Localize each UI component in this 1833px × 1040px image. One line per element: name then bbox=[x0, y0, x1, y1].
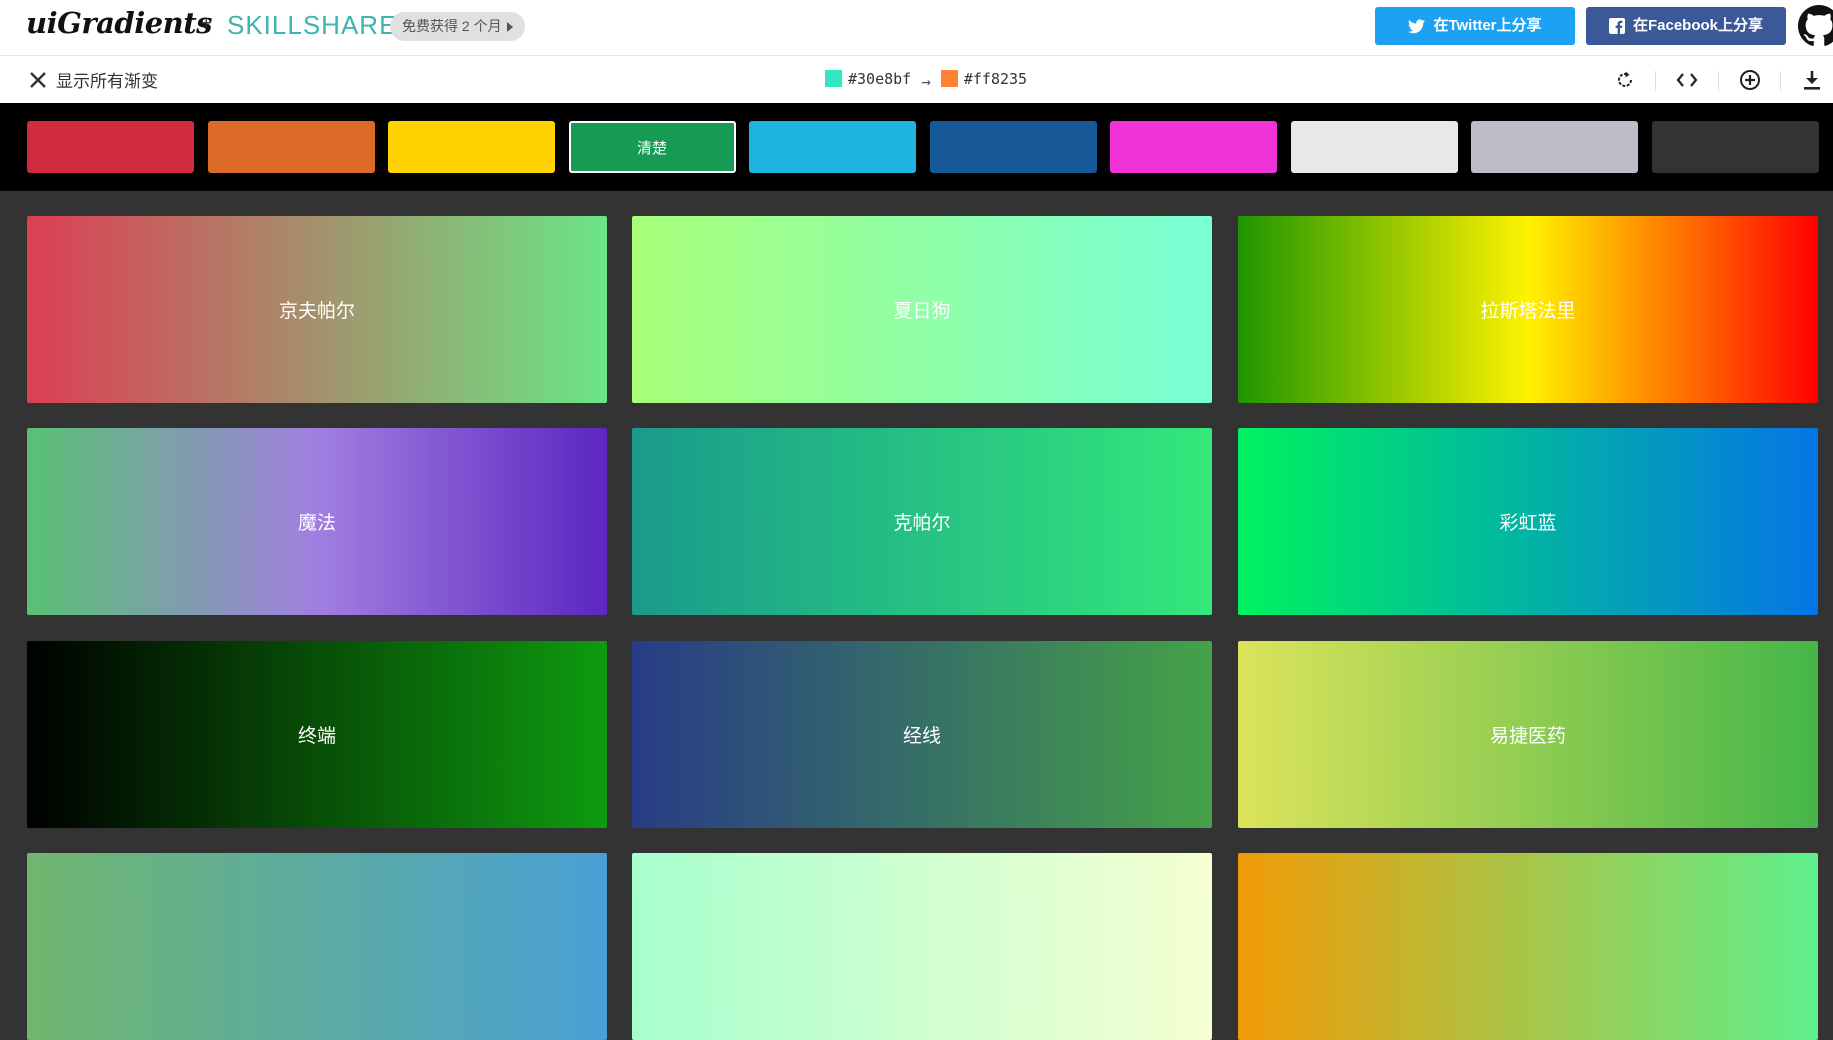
toolbar-divider bbox=[1655, 71, 1656, 91]
gradient-card[interactable]: 经线 bbox=[632, 641, 1212, 828]
gradient-name: 易捷医药 bbox=[1489, 725, 1566, 747]
color-filter-8[interactable] bbox=[1471, 121, 1638, 173]
github-icon bbox=[1798, 5, 1833, 46]
get-css-button[interactable] bbox=[1675, 68, 1699, 92]
to-color-swatch[interactable] bbox=[940, 70, 958, 87]
close-icon bbox=[30, 71, 46, 88]
gradient-card[interactable] bbox=[1238, 853, 1818, 1040]
current-gradient-colors: #30e8bf → #ff8235 bbox=[825, 69, 1027, 91]
share-facebook-label: 在Facebook上分享 bbox=[1632, 17, 1764, 34]
rotate-gradient-button[interactable] bbox=[1613, 68, 1637, 92]
from-color-code[interactable]: #30e8bf bbox=[848, 70, 911, 88]
color-filter-4[interactable] bbox=[749, 121, 916, 173]
gradient-name: 克帕尔 bbox=[893, 512, 951, 534]
gradient-name: 魔法 bbox=[297, 512, 336, 534]
share-twitter-button[interactable]: 在Twitter上分享 bbox=[1375, 7, 1575, 45]
toolbar-divider bbox=[1780, 71, 1781, 91]
gradient-card[interactable]: 克帕尔 bbox=[632, 428, 1212, 615]
brand-plus: + bbox=[201, 13, 212, 33]
color-filter-7[interactable] bbox=[1290, 121, 1458, 173]
rotate-icon bbox=[1618, 71, 1632, 87]
color-filter-bar: 清楚 bbox=[0, 103, 1833, 191]
gradient-card[interactable]: 易捷医药 bbox=[1238, 641, 1818, 828]
color-filter-3[interactable]: 清楚 bbox=[568, 121, 736, 173]
gradient-card[interactable]: 魔法 bbox=[27, 428, 607, 615]
gradient-name: 终端 bbox=[297, 725, 336, 747]
code-icon bbox=[1676, 73, 1698, 87]
gradient-name: 经线 bbox=[902, 725, 941, 747]
share-twitter-label: 在Twitter上分享 bbox=[1433, 17, 1542, 34]
gradient-card[interactable]: 彩虹蓝 bbox=[1238, 428, 1818, 615]
gradient-card[interactable]: 京夫帕尔 bbox=[27, 216, 607, 403]
facebook-icon bbox=[1608, 18, 1625, 34]
add-icon bbox=[1740, 70, 1760, 90]
color-filter-2[interactable] bbox=[388, 121, 555, 173]
color-filter-1[interactable] bbox=[207, 121, 375, 173]
color-filter-6[interactable] bbox=[1110, 121, 1277, 173]
arrow-right-icon: → bbox=[921, 72, 931, 91]
gradient-toolbar: 显示所有渐变 #30e8bf → #ff8235 bbox=[0, 56, 1833, 103]
download-icon bbox=[1804, 71, 1820, 90]
show-all-label: 显示所有渐变 bbox=[56, 72, 158, 91]
color-filter-label: 清楚 bbox=[636, 139, 667, 157]
gradient-card[interactable] bbox=[27, 853, 607, 1040]
gradient-card[interactable]: 终端 bbox=[27, 641, 607, 828]
share-facebook-button[interactable]: 在Facebook上分享 bbox=[1586, 7, 1786, 45]
partner-logo[interactable]: SKILLSHARE bbox=[227, 10, 397, 41]
github-link[interactable] bbox=[1798, 5, 1833, 47]
top-bar: uiGradients + SKILLSHARE 免费获得 2 个月 在Twit… bbox=[0, 0, 1833, 56]
chevron-right-icon bbox=[506, 22, 513, 32]
gradient-name: 彩虹蓝 bbox=[1499, 512, 1557, 534]
promo-label: 免费获得 2 个月 bbox=[402, 18, 502, 34]
gradient-card[interactable]: 拉斯塔法里 bbox=[1238, 216, 1818, 403]
color-filter-5[interactable] bbox=[929, 121, 1097, 173]
add-gradient-button[interactable] bbox=[1738, 68, 1762, 92]
color-filter-0[interactable] bbox=[27, 121, 194, 173]
twitter-icon bbox=[1408, 18, 1426, 33]
gradient-name: 夏日狗 bbox=[893, 300, 951, 322]
brand-logo[interactable]: uiGradients bbox=[26, 6, 213, 40]
color-filter-9[interactable] bbox=[1651, 121, 1819, 173]
gradient-card[interactable]: 夏日狗 bbox=[632, 216, 1212, 403]
gradient-name: 拉斯塔法里 bbox=[1480, 300, 1576, 322]
to-color-code[interactable]: #ff8235 bbox=[964, 70, 1027, 88]
gradient-name: 京夫帕尔 bbox=[278, 300, 355, 322]
download-gradient-button[interactable] bbox=[1800, 68, 1824, 92]
gradient-card[interactable] bbox=[632, 853, 1212, 1040]
from-color-swatch[interactable] bbox=[825, 70, 842, 87]
toolbar-divider bbox=[1718, 71, 1719, 91]
promo-badge[interactable]: 免费获得 2 个月 bbox=[390, 12, 525, 41]
show-all-gradients-button[interactable]: 显示所有渐变 bbox=[28, 67, 158, 92]
